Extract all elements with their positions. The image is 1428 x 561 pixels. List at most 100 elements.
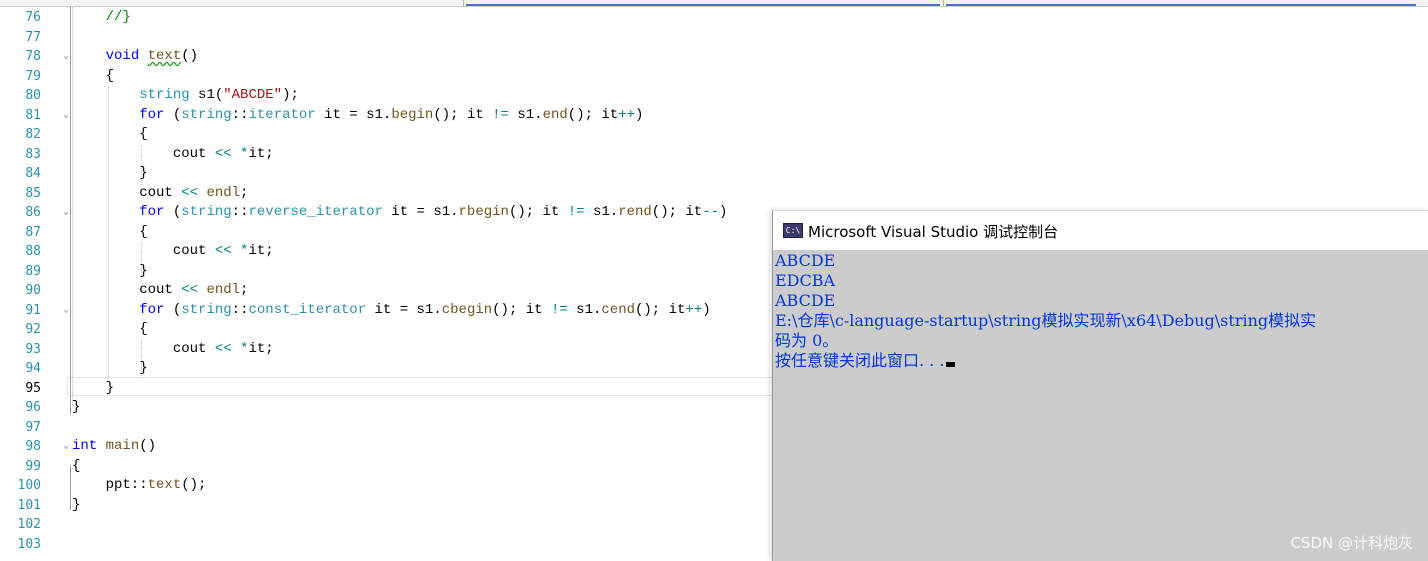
fold-toggle-icon[interactable]: ⌄ [62,47,70,67]
code-token: (); it [651,204,703,220]
code-token: () [181,48,199,64]
fold-toggle-icon[interactable]: ⌄ [62,301,70,321]
code-token: string [181,301,232,318]
code-token: :: [231,301,249,318]
code-line[interactable]: { [72,223,147,243]
code-token: != [567,204,585,220]
code-token: void [105,48,140,64]
code-token: for [139,204,165,220]
code-line[interactable]: for (string::const_iterator it = s1.cbeg… [72,301,711,321]
code-token: ); [282,87,299,103]
code-line[interactable]: { [72,67,114,87]
console-app-icon: C:\ [783,223,803,238]
console-cursor [946,362,956,367]
code-line[interactable]: } [72,496,80,516]
code-token: ) [702,301,711,318]
code-token: endl [206,282,241,298]
code-line[interactable]: } [72,164,147,184]
code-token: s1. [567,301,602,318]
code-token: { [72,321,148,337]
code-line[interactable]: for (string::reverse_iterator it = s1.rb… [72,203,727,223]
code-token: { [72,457,81,474]
code-token: != [492,106,509,123]
code-token: ++ [618,106,636,123]
line-number: 86 [25,205,41,220]
code-token: } [72,379,115,396]
code-line[interactable]: ppt::text(); [72,476,207,496]
fold-toggle-icon[interactable]: ⌄ [62,437,70,457]
code-line[interactable]: } [72,398,80,418]
code-token: :: [231,204,249,220]
code-token: string [181,204,232,220]
code-token: cout [72,340,215,357]
code-line[interactable]: //} [72,8,131,28]
code-token: (); it [635,301,686,318]
code-token: << [181,282,199,298]
code-token: cout [72,243,215,259]
code-line[interactable]: } [72,359,148,379]
code-line[interactable]: } [72,379,114,399]
code-token: ppt:: [72,477,148,493]
line-number: 99 [25,458,41,474]
code-token: iterator [248,106,316,123]
editor-tab-strip [0,0,1428,7]
console-title-bar[interactable]: C:\ Microsoft Visual Studio 调试控制台 [773,211,1428,250]
line-number: 94 [25,361,41,376]
fold-toggle-icon[interactable]: ⌄ [62,203,70,223]
code-token: end [542,106,568,123]
code-line[interactable]: { [72,125,147,145]
debug-console-window[interactable]: C:\ Microsoft Visual Studio 调试控制台 ABCDE … [772,210,1428,561]
code-token: endl [206,184,241,201]
code-line[interactable]: cout << *it; [72,242,274,262]
code-token: cout [72,282,182,298]
code-line[interactable]: for (string::iterator it = s1.begin(); i… [72,106,643,126]
code-token: (); it [508,204,568,220]
code-token: rbegin [458,204,509,220]
console-output-area[interactable]: ABCDE EDCBA ABCDE E:\仓库\c-language-start… [773,251,1428,561]
code-token: text [147,477,182,493]
code-token: int [72,438,98,454]
code-line[interactable]: cout << *it; [72,145,274,165]
code-token: << [214,145,232,162]
code-token: ( [164,301,182,318]
code-token: cout [72,184,182,201]
code-line[interactable]: cout << endl; [72,184,248,204]
code-token: text [147,48,182,64]
code-line[interactable]: void text() [72,47,198,67]
fold-toggle-icon[interactable]: ⌄ [62,106,70,126]
line-number: 87 [25,224,41,240]
csdn-watermark: CSDN @计科炮灰 [1290,534,1413,552]
line-number: 80 [25,88,41,103]
code-line[interactable]: cout << *it; [72,340,274,360]
code-token: "ABCDE" [223,87,283,103]
code-token: cbegin [441,301,493,318]
main-scope-line [70,465,71,510]
line-number: 79 [25,68,41,84]
console-output-line: EDCBA [775,271,836,290]
code-line[interactable]: int main() [72,437,156,457]
code-line[interactable]: { [72,320,148,340]
code-token: s1. [508,106,543,123]
code-token: } [72,360,148,376]
code-token: (); it [567,106,619,123]
code-line[interactable]: { [72,457,80,477]
code-token: << [214,243,232,259]
line-number-gutter: 76 77 78 79 80 81 82 83 84 85 86 87 88 89 90 91 92 93 94 95… [0,7,58,561]
code-line[interactable]: cout << endl; [72,281,248,301]
navigation-dropdown-indicator[interactable] [946,4,1416,6]
code-line[interactable]: } [72,262,147,282]
code-token: << [214,340,232,357]
code-token: for [139,301,165,318]
active-tab-indicator[interactable] [466,4,940,6]
line-number: 93 [25,341,41,357]
code-line[interactable]: string s1("ABCDE"); [72,86,299,106]
code-token: (); it [492,301,551,318]
code-token: main [105,438,140,454]
code-token: << [181,184,199,201]
